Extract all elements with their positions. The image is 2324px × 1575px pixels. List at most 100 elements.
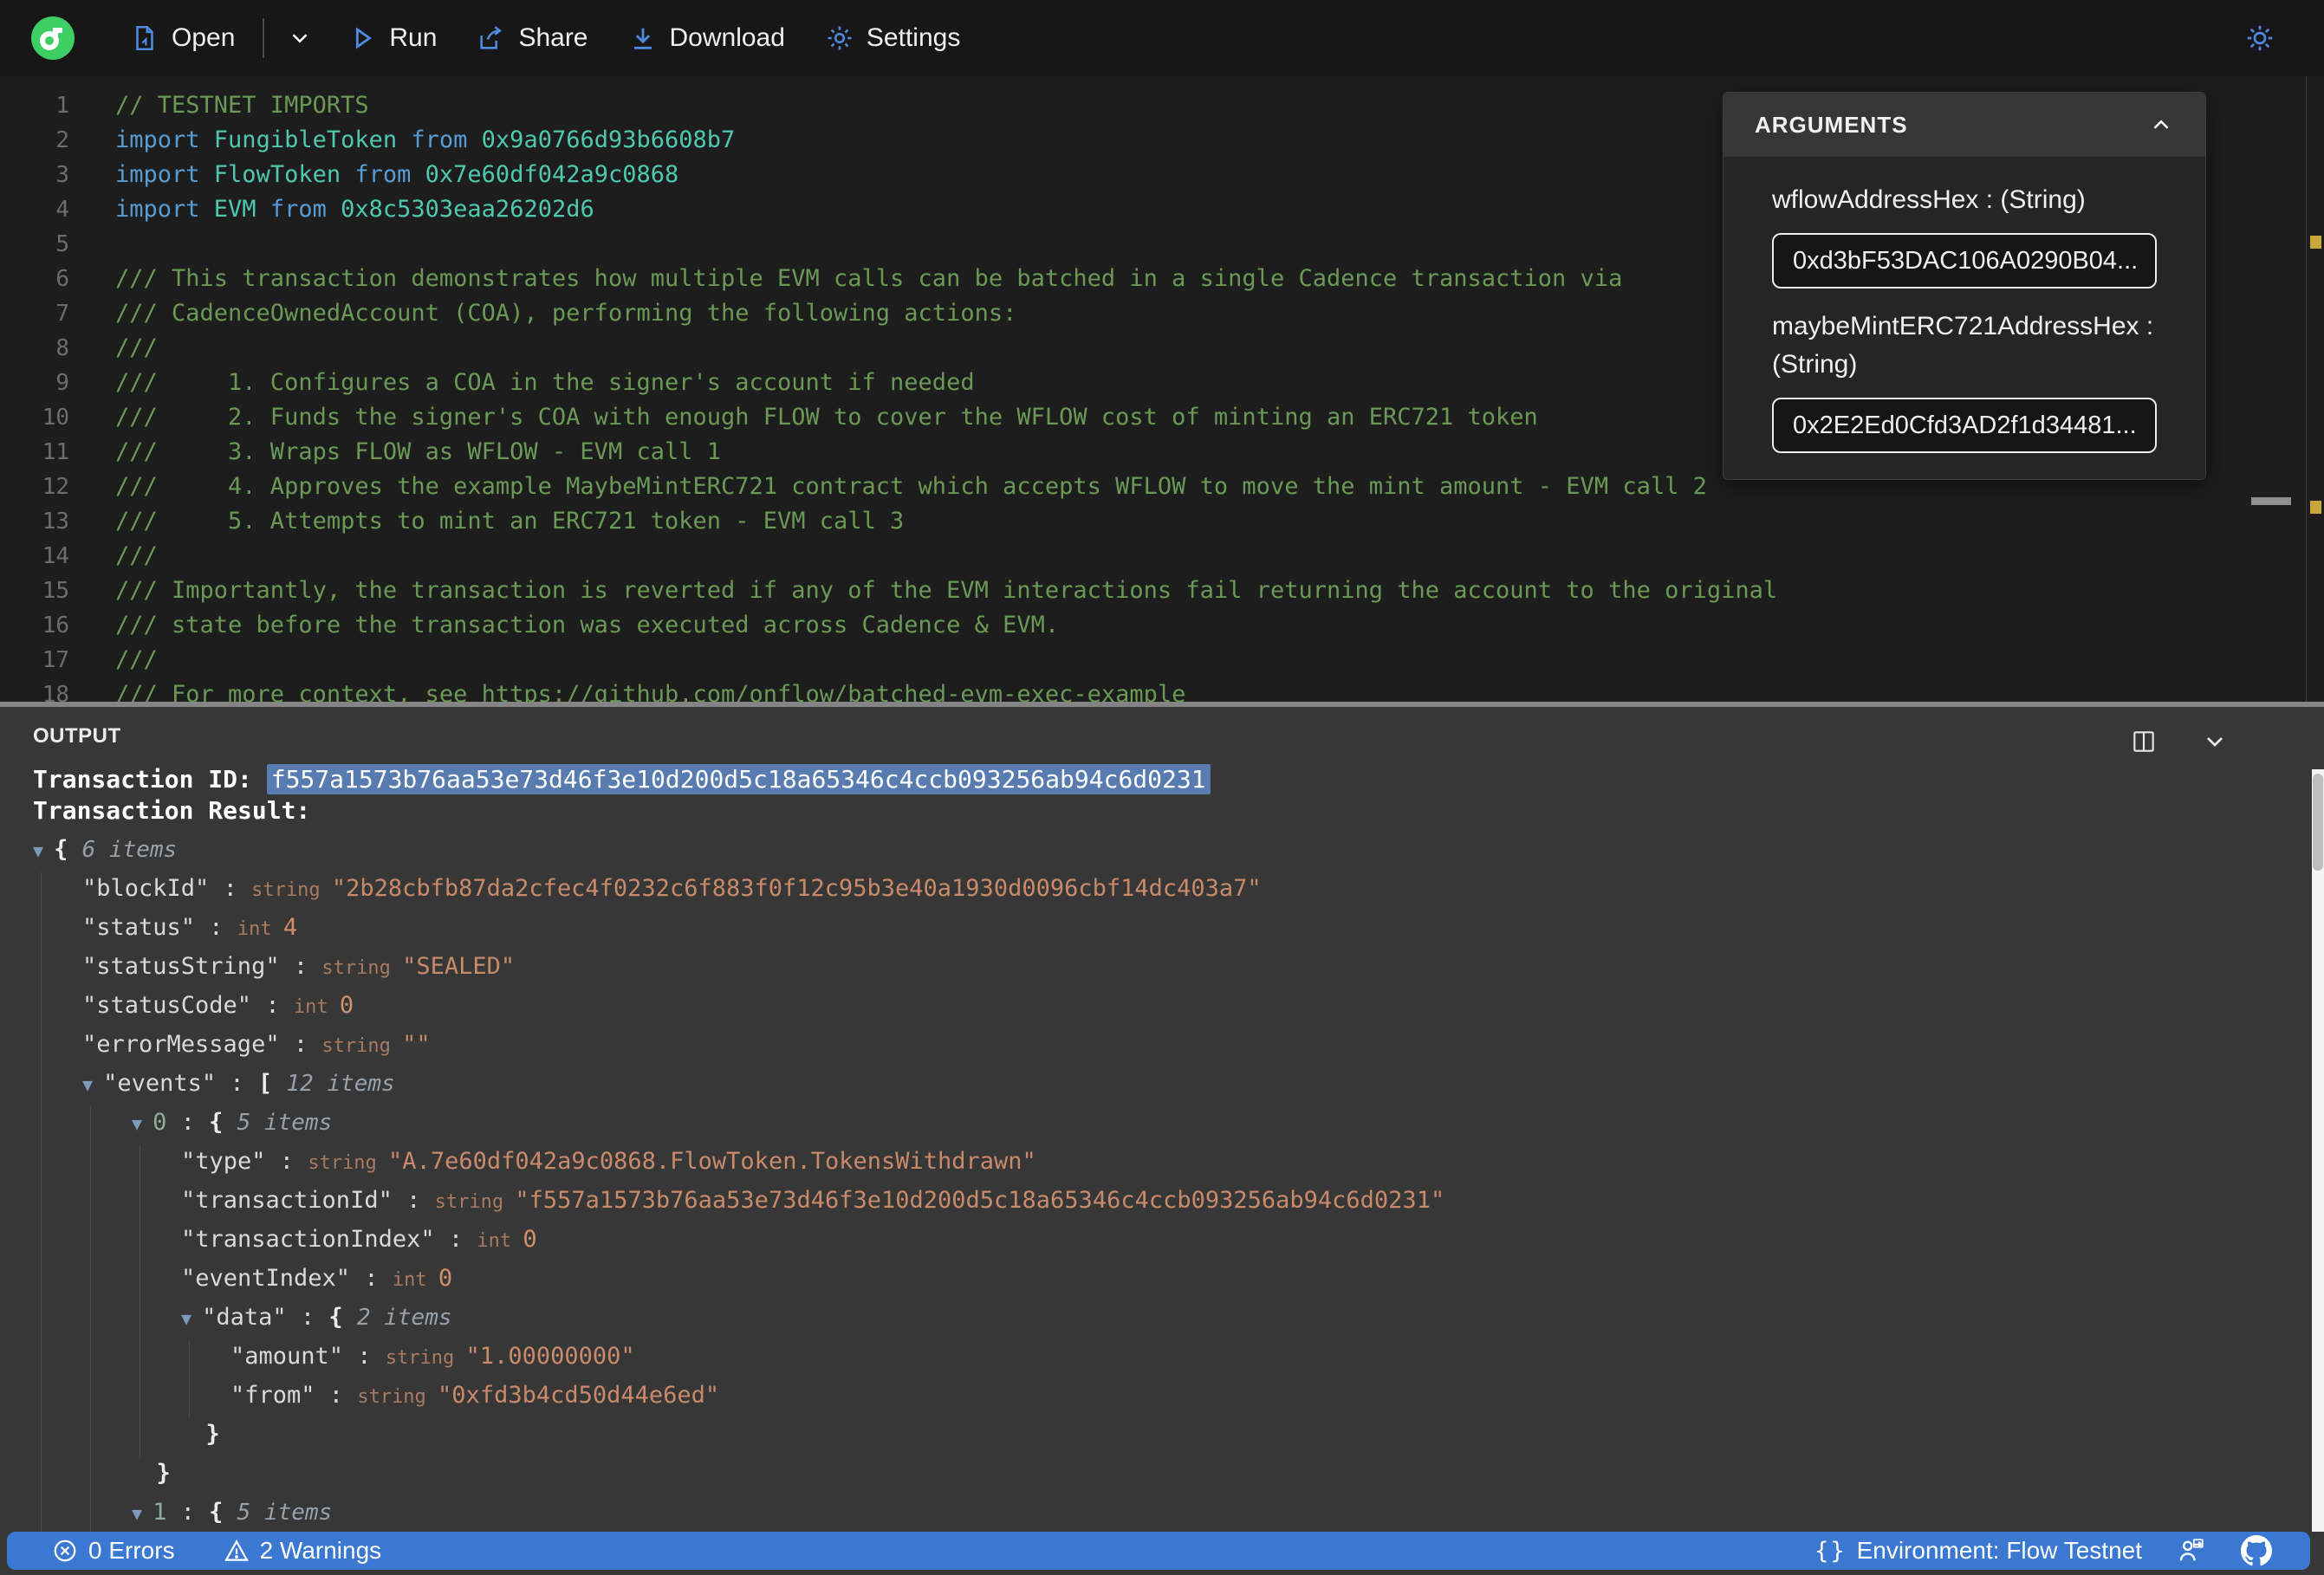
code-text: /// xyxy=(115,643,158,677)
download-button[interactable]: Download xyxy=(628,23,785,53)
code-text: /// xyxy=(115,331,158,366)
line-number: 4 xyxy=(55,197,69,223)
code-text: /// Importantly, the transaction is reve… xyxy=(115,574,1777,608)
scrollbar-mark xyxy=(2251,497,2291,505)
json-num: 4 xyxy=(282,914,298,941)
json-key: "amount" xyxy=(230,1343,344,1370)
code-token: import xyxy=(115,196,214,223)
json-num: 0 xyxy=(523,1226,537,1253)
json-colon: : xyxy=(209,875,252,902)
share-button[interactable]: Share xyxy=(477,23,588,53)
line-number: 13 xyxy=(42,509,69,535)
flow-logo-icon[interactable] xyxy=(31,16,75,60)
code-token: /// 4. Approves the example MaybeMintERC… xyxy=(115,473,1707,500)
sun-icon xyxy=(2247,25,2273,51)
code-token: 0x8c5303eaa26202d6 xyxy=(341,196,594,223)
code-token: /// 3. Wraps FLOW as WFLOW - EVM call 1 xyxy=(115,438,721,465)
json-brace: { xyxy=(54,836,82,863)
json-tlabel: string xyxy=(251,879,332,901)
json-colon: : xyxy=(216,1070,258,1097)
json-rows: ▼ { 6 items "blockId" : string "2b28cbfb8… xyxy=(0,830,2324,1571)
json-key: "statusCode" xyxy=(82,992,252,1019)
json-brace: { xyxy=(209,1109,237,1136)
json-colon: : xyxy=(265,1148,308,1175)
code-text: /// 3. Wraps FLOW as WFLOW - EVM call 1 xyxy=(115,435,721,470)
line-number: 11 xyxy=(42,439,69,465)
transaction-summary: Transaction ID: f557a1573b76aa53e73d46f3… xyxy=(33,764,2324,826)
json-brace: { xyxy=(328,1304,357,1331)
json-str: "f557a1573b76aa53e73d46f3e10d200d5c18a65… xyxy=(515,1187,1445,1214)
json-row: } xyxy=(0,1415,2324,1454)
chevron-up-icon[interactable] xyxy=(2148,112,2174,138)
json-row: "type" : string "A.7e60df042a9c0868.Flow… xyxy=(0,1142,2324,1181)
json-str: "1.00000000" xyxy=(465,1343,635,1370)
json-str: "0xfd3b4cd50d44e6ed" xyxy=(438,1382,720,1409)
download-label: Download xyxy=(669,23,785,52)
json-colon: : xyxy=(279,953,322,980)
code-token: /// 1. Configures a COA in the signer's … xyxy=(115,369,975,396)
code-token: 0x9a0766d93b6608b7 xyxy=(481,126,736,153)
json-close: } xyxy=(156,1460,171,1487)
json-colon: : xyxy=(279,1031,322,1058)
collapse-toggle-icon[interactable]: ▼ xyxy=(82,1074,103,1095)
errors-indicator[interactable]: 0 Errors xyxy=(52,1537,175,1565)
transaction-id-line: Transaction ID: f557a1573b76aa53e73d46f3… xyxy=(33,764,2324,795)
json-colon: : xyxy=(166,1109,210,1136)
output-scrollbar-track[interactable] xyxy=(2312,769,2324,1532)
json-str: "A.7e60df042a9c0868.FlowToken.TokensWith… xyxy=(388,1148,1036,1175)
code-text: /// state before the transaction was exe… xyxy=(115,608,1059,643)
json-row: } xyxy=(0,1454,2324,1493)
feedback-person-icon[interactable] xyxy=(2177,1536,2206,1565)
line-number: 7 xyxy=(55,301,69,327)
settings-label: Settings xyxy=(866,23,961,52)
code-token: EVM xyxy=(213,196,256,223)
output-title: OUTPUT xyxy=(33,724,121,748)
errors-label: 0 Errors xyxy=(88,1537,175,1564)
indent-guide xyxy=(41,872,42,1537)
collapse-output-chevron-icon[interactable] xyxy=(2201,728,2229,755)
code-token: /// state before the transaction was exe… xyxy=(115,612,1060,638)
theme-toggle-button[interactable] xyxy=(2244,23,2275,54)
open-button[interactable]: Open xyxy=(130,23,235,53)
warnings-indicator[interactable]: 2 Warnings xyxy=(224,1537,381,1565)
arguments-header[interactable]: ARGUMENTS xyxy=(1724,93,2205,157)
json-key: "transactionIndex" xyxy=(181,1226,435,1253)
json-close: } xyxy=(205,1421,220,1448)
environment-indicator[interactable]: {} Environment: Flow Testnet xyxy=(1814,1537,2142,1565)
output-scrollbar-thumb[interactable] xyxy=(2313,774,2323,871)
output-actions xyxy=(2130,728,2229,755)
open-dropdown-button[interactable] xyxy=(287,25,313,51)
line-number: 6 xyxy=(55,266,69,292)
json-key: "from" xyxy=(230,1382,315,1409)
code-text: import EVM from 0x8c5303eaa26202d6 xyxy=(115,192,594,227)
code-token: from xyxy=(256,196,341,223)
transaction-id-label: Transaction ID: xyxy=(33,765,267,794)
json-idx: 0 xyxy=(153,1109,167,1136)
json-tlabel: string xyxy=(357,1386,438,1408)
wflow-address-input[interactable] xyxy=(1772,233,2157,288)
error-icon xyxy=(54,1539,76,1562)
transaction-id-value[interactable]: f557a1573b76aa53e73d46f3e10d200d5c18a653… xyxy=(266,764,1211,794)
code-text: import FlowToken from 0x7e60df042a9c0868 xyxy=(115,158,678,192)
json-row: "amount" : string "1.00000000" xyxy=(0,1337,2324,1376)
line-number: 10 xyxy=(42,405,69,431)
json-colon: : xyxy=(195,914,237,941)
collapse-toggle-icon[interactable]: ▼ xyxy=(132,1503,153,1524)
json-row: ▼ 0 : { 5 items xyxy=(0,1103,2324,1142)
json-key: "transactionId" xyxy=(181,1187,393,1214)
collapse-toggle-icon[interactable]: ▼ xyxy=(132,1113,153,1134)
code-token: /// CadenceOwnedAccount (COA), performin… xyxy=(115,300,1017,327)
output-panel: OUTPUT Transaction ID: f557a1573b76aa53e… xyxy=(0,707,2324,1575)
split-view-icon[interactable] xyxy=(2130,728,2158,755)
collapse-toggle-icon[interactable]: ▼ xyxy=(181,1308,202,1329)
json-key: "data" xyxy=(202,1304,287,1331)
json-count: 2 items xyxy=(356,1305,452,1331)
line-number: 17 xyxy=(42,647,69,673)
collapse-toggle-icon[interactable]: ▼ xyxy=(33,840,54,861)
json-str: "2b28cbfb87da2cfec4f0232c6f883f0f12c95b3… xyxy=(331,875,1262,902)
github-icon[interactable] xyxy=(2241,1535,2272,1566)
indent-guide xyxy=(189,1340,190,1418)
maybe-mint-address-input[interactable] xyxy=(1772,398,2157,453)
settings-button[interactable]: Settings xyxy=(825,23,960,53)
run-button[interactable]: Run xyxy=(347,23,437,53)
